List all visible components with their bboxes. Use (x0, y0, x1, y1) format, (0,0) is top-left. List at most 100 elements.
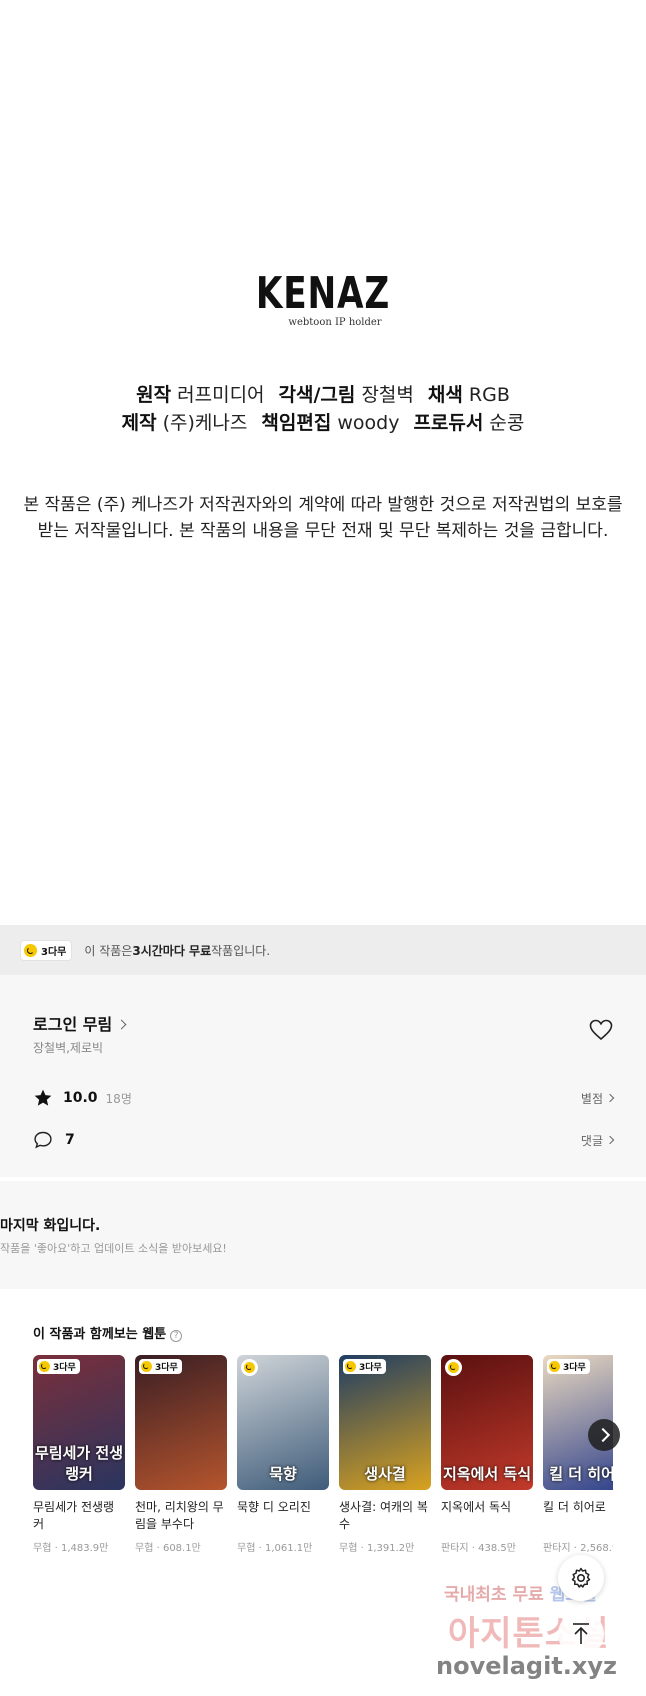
clock-badge (241, 1359, 258, 1376)
webtoon-title: 묵향 디 오리진 (237, 1500, 311, 1514)
heart-icon[interactable] (589, 1019, 613, 1041)
recommendation-carousel: 3다무 무림세가 전생랭커무림세가 전생랭커무협 · 1,483.9만 3다무천마,… (33, 1355, 613, 1555)
chevron-right-icon (605, 1135, 615, 1144)
free-badge: 3다무 (343, 1359, 386, 1374)
webtoon-cover: 3다무생사결 (339, 1355, 431, 1490)
webtoon-card[interactable]: 지옥에서 독식 지옥에서 독식 판타지 · 438.5만 (441, 1355, 533, 1554)
cover-title-art: 생사결 (364, 1465, 406, 1483)
meta-separator: · (255, 1543, 265, 1554)
free-badge-label: 3다무 (155, 1363, 178, 1373)
copyright-notice: 본 작품은 (주) 케나즈가 저작권자와의 계약에 따라 발행한 것으로 저작권… (20, 492, 626, 544)
comment-row: 7 댓글 (33, 1130, 615, 1150)
kenaz-logo: KENAZ webtoon IP holder (0, 268, 646, 329)
webtoon-genre: 판타지 (441, 1543, 469, 1554)
webtoon-card[interactable]: 3다무 천마, 리치왕의 무림을 부수다 무협 · 608.1만 (135, 1355, 227, 1554)
webtoon-genre: 판타지 (543, 1543, 571, 1554)
free-badge: 3다무 (37, 1359, 80, 1374)
webtoon-views: 1,061.1만 (264, 1543, 313, 1554)
clock-icon (24, 943, 37, 957)
series-title-link[interactable]: 로그인 무림 (33, 1011, 127, 1035)
credit-name: 순콩 (489, 412, 525, 434)
credits-area (0, 0, 646, 925)
logo-main-text: KENAZ (255, 268, 391, 319)
comment-icon (34, 1131, 52, 1149)
free-badge: 3다무 (547, 1359, 590, 1374)
webtoon-cover: 묵향 (237, 1355, 329, 1490)
webtoon-genre: 무협 (339, 1543, 358, 1554)
free-badge-label: 3다무 (359, 1363, 382, 1373)
free-badge: 3다무 (139, 1359, 182, 1374)
comments-link[interactable]: 댓글 (581, 1132, 615, 1149)
webtoon-card[interactable]: 3다무 무림세가 전생랭커 무림세가 전생랭커 무협 · 1,483.9만 (33, 1355, 125, 1554)
webtoon-title: 킬 더 히어로 (543, 1500, 606, 1514)
webtoon-meta: 무협 · 1,061.1만 (237, 1539, 329, 1554)
chevron-right-icon (116, 1019, 127, 1030)
series-title: 로그인 무림 (33, 1015, 113, 1034)
recommendation-title-text: 이 작품과 함께보는 웹툰 (33, 1327, 167, 1342)
webtoon-cover: 3다무 무림세가 전생랭커 (33, 1355, 125, 1490)
credit-role: 원작 (136, 384, 172, 406)
webtoon-meta: 판타지 · 2,568.9만 (543, 1539, 613, 1554)
rating-link-label: 별점 (580, 1091, 603, 1106)
webtoon-meta: 무협 · 1,391.2만 (339, 1539, 431, 1554)
watermark-line-3: novelagit.xyz (436, 1652, 618, 1680)
meta-separator: · (51, 1543, 61, 1554)
meta-separator: · (468, 1543, 479, 1554)
webtoon-views: 1,391.2만 (366, 1543, 415, 1554)
webtoon-meta: 판타지 · 438.5만 (441, 1539, 533, 1554)
series-authors: 장철벽,제로빅 (33, 1041, 104, 1055)
cover-title-art: 지옥에서 독식 (442, 1465, 532, 1483)
settings-button[interactable] (558, 1555, 604, 1601)
clock-icon (345, 1361, 356, 1372)
webtoon-title: 생사결: 여캐의 복수 (339, 1500, 428, 1531)
cover-title-art: 묵향 (269, 1465, 297, 1483)
meta-separator: · (357, 1543, 367, 1554)
credit-line-1: 원작 러프미디어 각색/그림 장철벽 채색 RGB (0, 380, 646, 407)
webtoon-cover: 3다무 (135, 1355, 227, 1490)
free-badge-label: 3다무 (563, 1363, 586, 1373)
credit-role: 각색/그림 (278, 384, 356, 406)
credit-role: 책임편집 (261, 412, 332, 434)
last-episode-title: 마지막 화입니다. (0, 1218, 101, 1234)
scroll-top-button[interactable] (558, 1611, 604, 1657)
arrow-up-icon (573, 1623, 589, 1644)
webtoon-views: 1,483.9만 (60, 1543, 109, 1554)
meta-separator: · (153, 1543, 163, 1554)
watermark: 국내최초 무료 웹소설 아지톤소설 novelagit.xyz (430, 1580, 640, 1690)
webtoon-card[interactable]: 3다무킬 더 히어로킬 더 히어로판타지 · 2,568.9만 (543, 1355, 613, 1554)
last-episode-panel (0, 1181, 646, 1289)
help-icon[interactable]: ? (170, 1330, 183, 1342)
carousel-next-button[interactable] (588, 1419, 620, 1451)
credit-name: RGB (468, 384, 510, 406)
free-banner-text-pre: 이 작품은 (84, 943, 133, 958)
webtoon-views: 438.5만 (478, 1543, 516, 1554)
free-badge: 3다무 (20, 939, 73, 961)
webtoon-title: 지옥에서 독식 (441, 1500, 512, 1514)
rating-value: 10.0 (63, 1090, 98, 1106)
credit-name: 장철벽 (361, 384, 414, 406)
meta-separator: · (570, 1543, 581, 1554)
webtoon-card[interactable]: 묵향묵향 디 오리진무협 · 1,061.1만 (237, 1355, 329, 1554)
copyright-line-1: 본 작품은 (주) 케나즈가 저작권자와의 계약에 따라 발행한 것으로 저작권… (23, 495, 623, 515)
clock-icon (448, 1362, 459, 1373)
free-badge-label: 3다무 (41, 946, 67, 958)
rating-link[interactable]: 별점 (580, 1090, 615, 1107)
webtoon-genre: 무협 (237, 1543, 256, 1554)
credit-role: 제작 (121, 412, 157, 434)
webtoon-views: 608.1만 (162, 1543, 201, 1554)
credit-role: 프로듀서 (413, 412, 484, 434)
star-icon (34, 1089, 52, 1106)
webtoon-card[interactable]: 3다무생사결생사결: 여캐의 복수무협 · 1,391.2만 (339, 1355, 431, 1554)
webtoon-title: 천마, 리치왕의 무림을 부수다 (135, 1500, 224, 1531)
comment-count: 7 (65, 1132, 75, 1148)
clock-icon (244, 1362, 255, 1373)
last-episode-subtitle: 작품을 '좋아요'하고 업데이트 소식을 받아보세요! (0, 1242, 227, 1255)
credit-name: 러프미디어 (177, 384, 265, 406)
free-banner-text-post: 작품입니다. (211, 943, 271, 958)
webtoon-cover: 지옥에서 독식 (441, 1355, 533, 1490)
free-banner-text-bold: 3시간마다 무료 (132, 943, 212, 958)
webtoon-title: 무림세가 전생랭커 (33, 1500, 115, 1531)
recommendation-title: 이 작품과 함께보는 웹툰? (33, 1323, 183, 1342)
clock-icon (141, 1361, 152, 1372)
copyright-line-2: 받는 저작물입니다. 본 작품의 내용을 무단 전재 및 무단 복제하는 것을 … (37, 521, 609, 541)
